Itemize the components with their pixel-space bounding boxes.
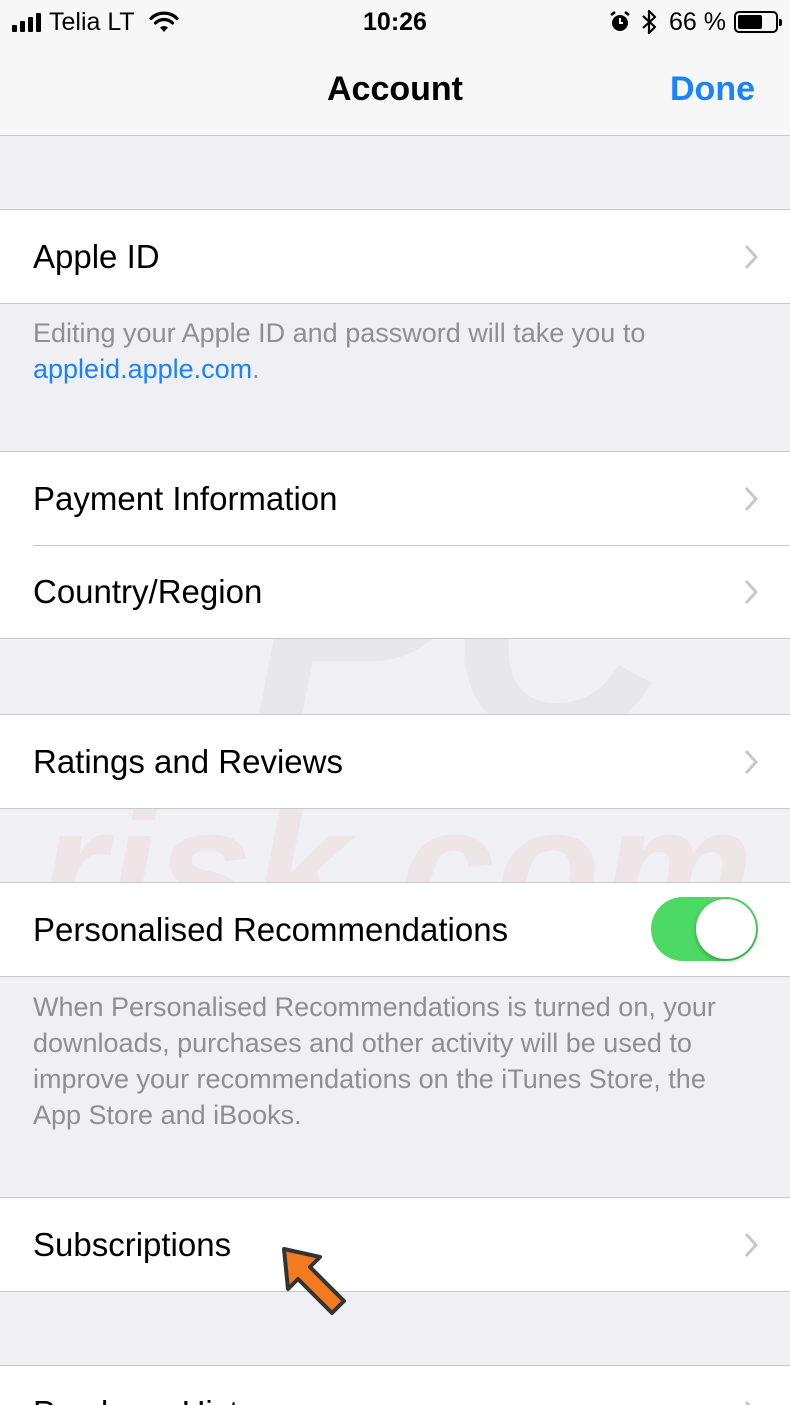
footer-period: . xyxy=(252,354,260,384)
chevron-right-icon xyxy=(744,749,758,775)
purchase-history-group: Purchase History xyxy=(0,1365,790,1405)
chevron-right-icon xyxy=(744,1232,758,1258)
recommendations-footer: When Personalised Recommendations is tur… xyxy=(33,992,716,1130)
subscriptions-label: Subscriptions xyxy=(33,1226,232,1263)
apple-id-footer-text: Editing your Apple ID and password will … xyxy=(33,318,646,348)
subscriptions-group: Subscriptions xyxy=(0,1197,790,1292)
apple-id-footer: Editing your Apple ID and password will … xyxy=(33,315,758,387)
status-bar: Telia LT 10:26 66 % xyxy=(0,0,790,44)
payment-group: Payment Information Country/Region xyxy=(0,451,790,639)
recommendations-group: Personalised Recommendations xyxy=(0,882,790,977)
appleid-link[interactable]: appleid.apple.com xyxy=(33,354,252,384)
annotation-arrow-icon xyxy=(282,1247,346,1315)
country-region-row[interactable]: Country/Region xyxy=(0,545,790,638)
payment-information-label: Payment Information xyxy=(33,480,338,517)
personalised-recommendations-row: Personalised Recommendations xyxy=(0,883,790,976)
personalised-recommendations-label: Personalised Recommendations xyxy=(33,911,509,948)
chevron-right-icon xyxy=(744,244,758,270)
chevron-right-icon xyxy=(744,579,758,605)
toggle-knob xyxy=(696,899,756,959)
apple-id-row[interactable]: Apple ID xyxy=(0,210,790,303)
subscriptions-row[interactable]: Subscriptions xyxy=(0,1198,790,1291)
apple-id-group: Apple ID xyxy=(0,209,790,304)
country-region-label: Country/Region xyxy=(33,573,263,610)
apple-id-label: Apple ID xyxy=(33,238,160,275)
ratings-reviews-label: Ratings and Reviews xyxy=(33,743,343,780)
chevron-right-icon xyxy=(744,1400,751,1405)
alarm-icon xyxy=(610,11,630,31)
battery-percent: 66 % xyxy=(669,8,726,36)
ratings-reviews-row[interactable]: Ratings and Reviews xyxy=(0,715,790,808)
account-screen: PC risk.com Telia LT 10:26 xyxy=(0,0,790,1405)
purchase-history-row[interactable]: Purchase History xyxy=(0,1366,790,1405)
personalised-recommendations-toggle[interactable] xyxy=(651,897,758,961)
chevron-right-icon xyxy=(744,486,758,512)
done-button[interactable]: Done xyxy=(670,44,755,135)
navigation-bar: Account Done xyxy=(0,44,790,136)
payment-information-row[interactable]: Payment Information xyxy=(0,452,790,545)
ratings-group: Ratings and Reviews xyxy=(0,714,790,809)
battery-icon xyxy=(734,11,782,33)
bluetooth-icon xyxy=(642,9,657,35)
purchase-history-label: Purchase History xyxy=(33,1366,284,1405)
